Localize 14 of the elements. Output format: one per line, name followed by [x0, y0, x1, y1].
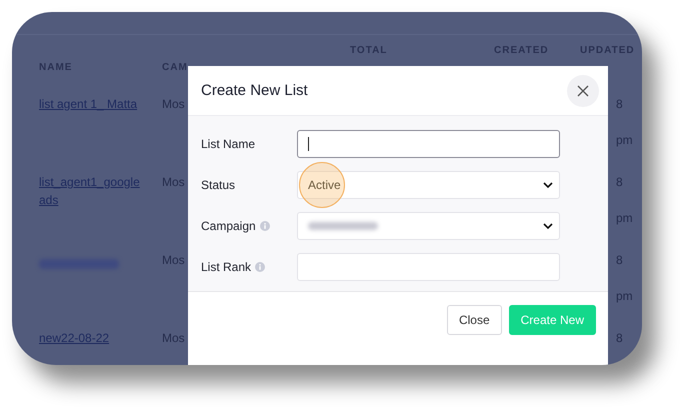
close-icon	[577, 84, 589, 96]
field-label: List Name	[201, 137, 256, 151]
input-field[interactable]	[297, 130, 560, 158]
create-button[interactable]: Create New	[508, 305, 596, 335]
field-label: Status	[201, 178, 236, 192]
select-field[interactable]	[297, 212, 560, 240]
chevron-down-icon	[543, 223, 553, 230]
modal-title: Create New List	[201, 82, 308, 99]
close-button[interactable]	[567, 74, 599, 106]
field-label: List Rank	[201, 260, 252, 274]
select-field[interactable]: Active	[297, 171, 560, 199]
close-button[interactable]: Close	[446, 305, 502, 335]
field-label: Campaign	[201, 219, 256, 233]
chevron-down-icon	[543, 182, 553, 189]
